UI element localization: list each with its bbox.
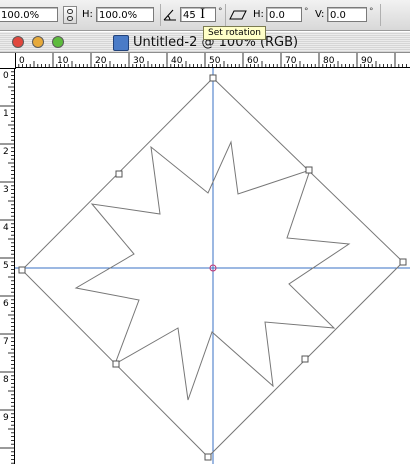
- transform-handle[interactable]: [301, 355, 309, 363]
- ruler-label: 2: [3, 147, 9, 157]
- ruler-label: 0: [19, 56, 25, 66]
- transform-handle[interactable]: [115, 170, 123, 178]
- horizontal-ruler-ticks: 0 10 20 30 40 50 60 70 80 90: [14, 53, 407, 67]
- skew-v-input[interactable]: 0.0: [327, 7, 367, 22]
- ruler-label: 8: [3, 375, 9, 385]
- vertical-ruler-ticks: 0 1 2 3 4 5 6 7 8 9: [0, 68, 14, 464]
- transform-handle[interactable]: [112, 360, 120, 368]
- ruler-label: 1: [3, 109, 9, 119]
- ruler-label: 50: [209, 56, 221, 66]
- ruler-label: 30: [133, 56, 145, 66]
- skew-v-label: V:: [315, 9, 325, 20]
- close-button[interactable]: [12, 36, 24, 48]
- transform-handle[interactable]: [18, 266, 26, 274]
- degree-symbol: °: [304, 7, 309, 17]
- ruler-label: 80: [323, 56, 335, 66]
- divider: [380, 4, 381, 26]
- rotate-angle-icon: [163, 9, 176, 21]
- rotation-angle-input[interactable]: 45: [180, 7, 216, 22]
- width-scale-input[interactable]: 100.0%: [0, 7, 58, 22]
- tooltip: Set rotation: [203, 26, 266, 40]
- ruler-label: 40: [171, 56, 183, 66]
- transform-handle[interactable]: [305, 166, 313, 174]
- text-cursor-icon: I: [200, 7, 206, 22]
- ruler-label: 5: [3, 261, 9, 271]
- ruler-label: 4: [3, 223, 9, 233]
- ruler-label: 6: [3, 299, 9, 309]
- minimize-button[interactable]: [32, 36, 44, 48]
- divider: [160, 4, 161, 26]
- link-proportions-icon[interactable]: [63, 6, 77, 24]
- ruler-label: 20: [95, 56, 107, 66]
- horizontal-ruler[interactable]: 0 10 20 30 40 50 60 70 80 90: [0, 53, 410, 68]
- transform-handle[interactable]: [204, 453, 212, 461]
- height-label: H:: [82, 9, 93, 20]
- divider: [225, 4, 226, 26]
- ruler-label: 9: [3, 413, 9, 423]
- artwork: [15, 68, 410, 464]
- ruler-origin[interactable]: [0, 53, 16, 69]
- degree-symbol: °: [218, 7, 223, 17]
- ruler-label: 70: [285, 56, 297, 66]
- vertical-ruler[interactable]: 0 1 2 3 4 5 6 7 8 9: [0, 68, 15, 464]
- ruler-label: 10: [57, 56, 69, 66]
- document-icon: [113, 35, 129, 51]
- ruler-label: 0: [3, 71, 9, 81]
- skew-h-label: H:: [253, 9, 264, 20]
- ruler-label: 60: [247, 56, 259, 66]
- document-canvas[interactable]: [15, 68, 410, 464]
- ruler-label: 3: [3, 185, 9, 195]
- ruler-label: 7: [3, 337, 9, 347]
- skew-icon: [229, 10, 247, 20]
- ruler-label: 90: [361, 56, 373, 66]
- height-scale-input[interactable]: 100.0%: [96, 7, 154, 22]
- transform-handle[interactable]: [399, 258, 407, 266]
- transform-handle[interactable]: [209, 74, 217, 82]
- skew-h-input[interactable]: 0.0: [266, 7, 302, 22]
- zoom-button[interactable]: [52, 36, 64, 48]
- degree-symbol: °: [369, 7, 374, 17]
